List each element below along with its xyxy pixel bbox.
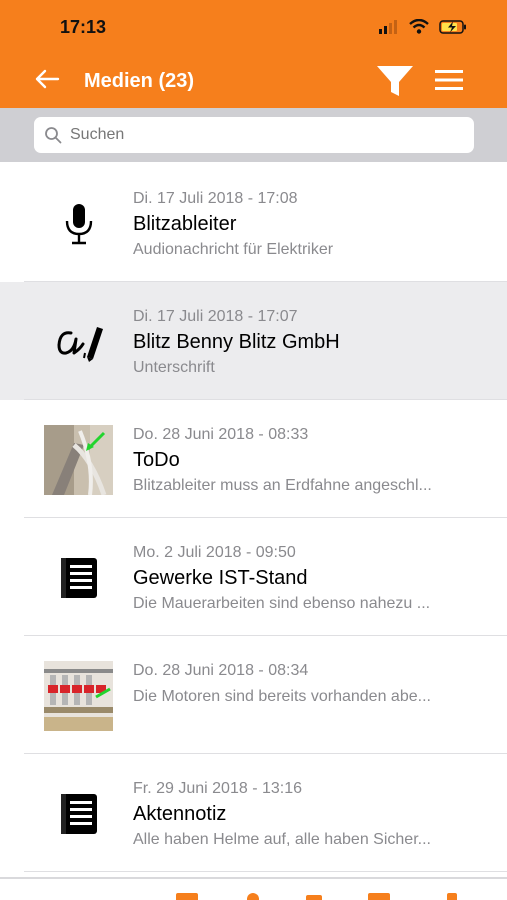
toolbar-icon-3[interactable]: [306, 895, 322, 900]
item-title: Gewerke IST-Stand: [133, 567, 308, 589]
item-thumbnail: [44, 425, 113, 495]
item-date: Mo. 2 Juli 2018 - 09:50: [133, 544, 296, 561]
list-item[interactable]: Di. 17 Juli 2018 - 17:08 Blitzableiter A…: [0, 164, 507, 282]
item-thumbnail: [44, 661, 113, 731]
item-title: Blitz Benny Blitz GmbH: [133, 331, 340, 353]
status-time: 17:13: [60, 17, 107, 37]
item-subtitle: Audionachricht für Elektriker: [133, 241, 334, 258]
item-title: Aktennotiz: [133, 803, 227, 825]
item-subtitle: Blitzableiter muss an Erdfahne angeschl.…: [133, 477, 432, 494]
search-box[interactable]: [34, 117, 474, 153]
status-icons: [379, 19, 467, 34]
item-date: Di. 17 Juli 2018 - 17:07: [133, 308, 298, 325]
item-date: Fr. 29 Juni 2018 - 13:16: [133, 780, 302, 797]
document-icon: [60, 794, 97, 834]
toolbar-icon-2[interactable]: [247, 893, 259, 900]
toolbar-icon-5[interactable]: [447, 893, 457, 900]
item-date: Do. 28 Juni 2018 - 08:34: [133, 662, 309, 679]
toolbar-icon-1[interactable]: [176, 893, 198, 900]
signal-icon: [379, 19, 397, 34]
menu-button[interactable]: [435, 69, 463, 91]
microphone-icon: [65, 204, 92, 245]
wifi-icon: [409, 19, 429, 34]
list-item[interactable]: Di. 17 Juli 2018 - 17:07 Blitz Benny Bli…: [0, 282, 507, 400]
list-item[interactable]: Mo. 2 Juli 2018 - 09:50 Gewerke IST-Stan…: [0, 518, 507, 636]
list-item[interactable]: Fr. 29 Juni 2018 - 13:16 Aktennotiz Alle…: [0, 754, 507, 872]
toolbar-icon-4[interactable]: [368, 893, 390, 900]
signature-icon: [57, 327, 103, 362]
back-button[interactable]: [34, 66, 60, 99]
item-thumbnail: [44, 189, 113, 259]
hamburger-menu-icon: [435, 70, 463, 90]
item-title: ToDo: [133, 449, 180, 471]
battery-charging-icon: [439, 19, 466, 34]
item-subtitle: Unterschrift: [133, 359, 215, 376]
arrow-left-icon: [35, 69, 60, 89]
bottom-toolbar: [0, 877, 507, 900]
photo-thumbnail: [44, 425, 113, 495]
filter-button[interactable]: [375, 62, 415, 100]
list-item[interactable]: Do. 28 Juni 2018 - 08:33 ToDo Blitzablei…: [0, 400, 507, 518]
search-bar: [0, 108, 507, 162]
document-icon: [60, 558, 97, 598]
status-bar: 17:13: [0, 0, 507, 56]
item-date: Do. 28 Juni 2018 - 08:33: [133, 426, 309, 443]
filter-icon: [377, 66, 413, 96]
item-date: Di. 17 Juli 2018 - 17:08: [133, 190, 298, 207]
navigation-bar: Medien (23): [0, 56, 507, 108]
photo-thumbnail: [44, 661, 113, 731]
page-title: Medien (23): [84, 70, 195, 92]
search-input[interactable]: [70, 117, 465, 153]
list-item[interactable]: Do. 28 Juni 2018 - 08:34 Die Motoren sin…: [0, 636, 507, 754]
item-subtitle: Die Mauerarbeiten sind ebenso nahezu ...: [133, 595, 431, 612]
search-icon: [45, 127, 62, 144]
item-subtitle: Alle haben Helme auf, alle haben Sicher.…: [133, 831, 431, 848]
item-title: Blitzableiter: [133, 213, 237, 235]
item-thumbnail: [44, 543, 113, 613]
media-list: Di. 17 Juli 2018 - 17:08 Blitzableiter A…: [0, 164, 507, 877]
item-subtitle: Die Motoren sind bereits vorhanden abe..…: [133, 688, 431, 705]
item-thumbnail: [44, 307, 113, 377]
item-thumbnail: [44, 779, 113, 849]
